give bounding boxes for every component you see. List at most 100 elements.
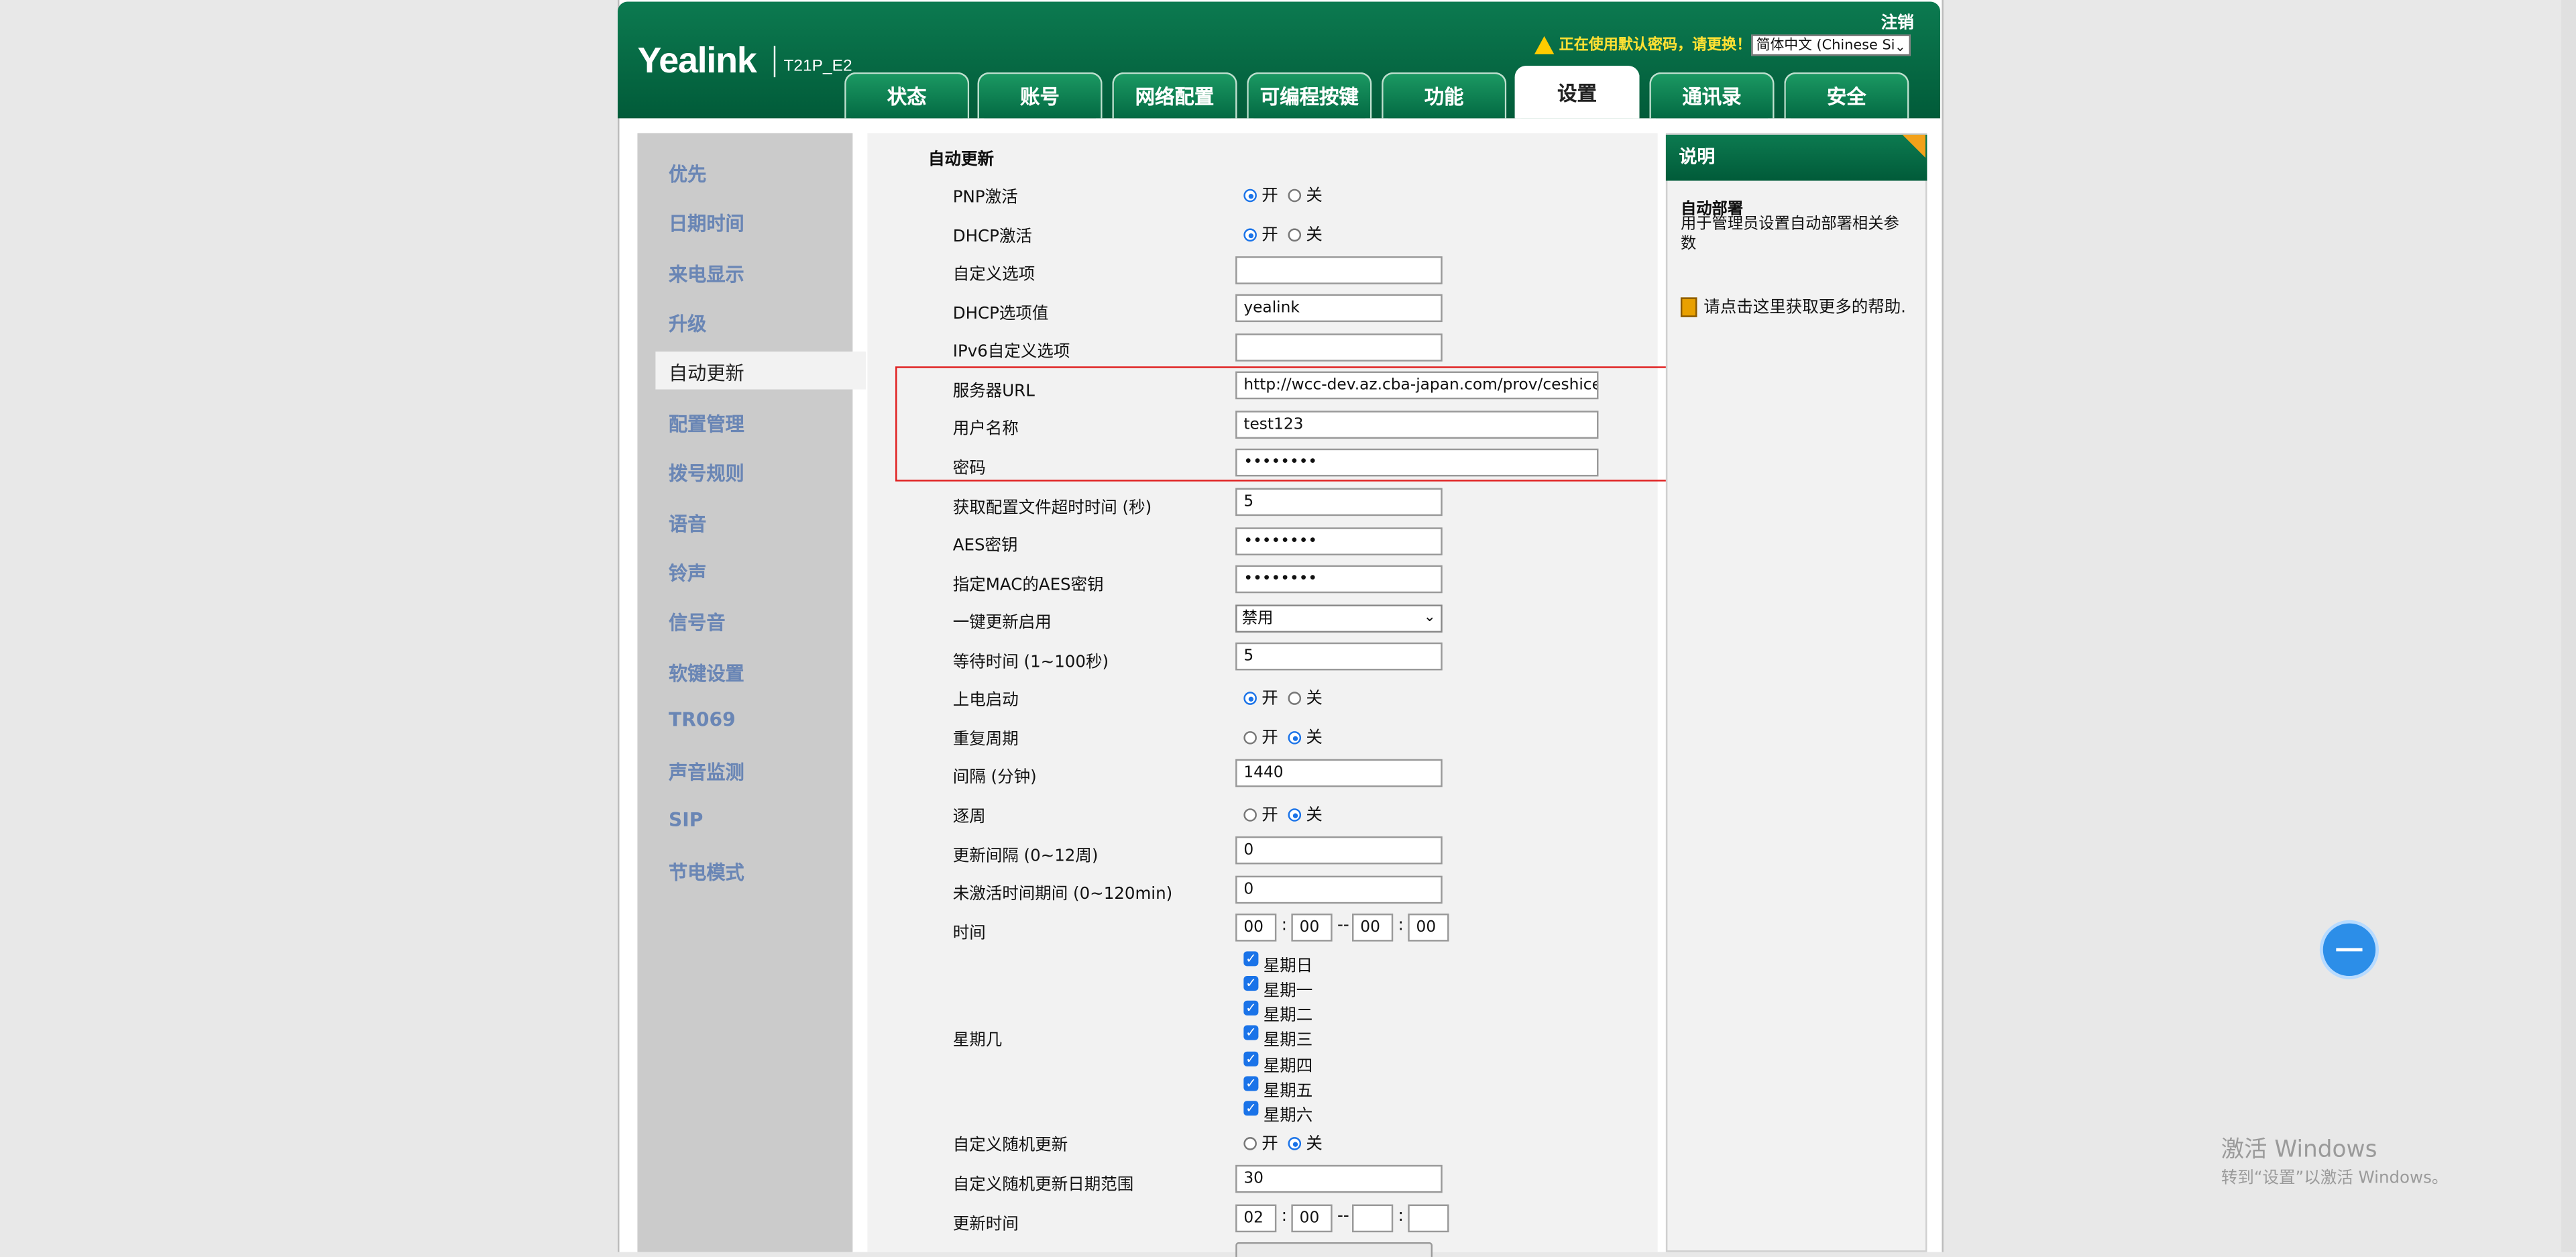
tuesday-checkbox[interactable]: ✓ — [1243, 1000, 1259, 1016]
time-end-minute[interactable]: 00 — [1408, 913, 1449, 942]
default-password-warning[interactable]: 正在使用默认密码，请更换！ — [1534, 33, 1751, 54]
update-time-end-hour[interactable] — [1352, 1204, 1394, 1233]
timeout-input[interactable]: 5 — [1235, 488, 1443, 516]
sidebar-item-preference[interactable]: 优先 — [669, 161, 706, 187]
mac-aes-input[interactable]: •••••••• — [1235, 565, 1443, 594]
interval-label: 间隔 (分钟) — [952, 769, 1037, 787]
power-on-off-radio[interactable] — [1288, 692, 1302, 705]
sidebar-item-upgrade[interactable]: 升级 — [669, 311, 706, 337]
weekly-on-radio[interactable] — [1243, 808, 1257, 822]
tab-settings[interactable]: 设置 — [1514, 65, 1640, 119]
language-select[interactable]: 简体中文 (Chinese Si ⌄ — [1751, 34, 1911, 56]
radio-off-label: 关 — [1306, 227, 1323, 245]
sidebar-item-softkey[interactable]: 软键设置 — [669, 661, 744, 687]
tab-status[interactable]: 状态 — [844, 72, 970, 119]
sidebar-item-callerid[interactable]: 来电显示 — [669, 261, 744, 287]
wednesday-checkbox[interactable]: ✓ — [1243, 1025, 1259, 1040]
sidebar-item-dialplan[interactable]: 拨号规则 — [669, 460, 744, 486]
custom-option-input[interactable] — [1235, 256, 1443, 284]
help-link-text: 请点击这里获取更多的帮助. — [1703, 298, 1906, 317]
sidebar-item-voice[interactable]: 语音 — [669, 511, 706, 537]
aes-label: AES密钥 — [952, 537, 1018, 555]
sidebar-item-sip[interactable]: SIP — [669, 808, 703, 831]
time-start-minute[interactable]: 00 — [1291, 913, 1333, 942]
repeat-off-radio[interactable] — [1288, 731, 1302, 745]
help-link[interactable]: 请点击这里获取更多的帮助. — [1680, 297, 1911, 319]
wednesday-label: 星期三 — [1263, 1032, 1313, 1050]
mac-aes-label: 指定MAC的AES密钥 — [952, 576, 1104, 595]
one-key-select[interactable]: 禁用 ⌄ — [1235, 604, 1443, 633]
interval-input[interactable]: 1440 — [1235, 759, 1443, 787]
dhcp-radio-group: 开关 — [1243, 220, 1332, 245]
one-key-value: 禁用 — [1241, 609, 1274, 628]
radio-on-label: 开 — [1262, 187, 1278, 206]
friday-checkbox[interactable]: ✓ — [1243, 1076, 1259, 1091]
update-time-start-minute[interactable]: 00 — [1291, 1204, 1333, 1233]
radio-on-label: 开 — [1262, 690, 1278, 708]
radio-on-label: 开 — [1262, 1135, 1278, 1154]
time-end-hour[interactable]: 00 — [1352, 913, 1394, 942]
random-off-radio[interactable] — [1288, 1137, 1302, 1150]
update-interval-label: 更新间隔 (0~12周) — [952, 847, 1099, 866]
power-on-radio-group: 开关 — [1243, 684, 1332, 708]
sunday-checkbox[interactable]: ✓ — [1243, 951, 1259, 967]
dhcp-on-radio[interactable] — [1243, 228, 1257, 242]
random-range-input[interactable]: 30 — [1235, 1164, 1443, 1193]
tab-features[interactable]: 功能 — [1382, 72, 1507, 119]
radio-off-label: 关 — [1306, 1135, 1323, 1154]
weekly-off-radio[interactable] — [1288, 808, 1302, 822]
pnp-off-radio[interactable] — [1288, 188, 1302, 203]
aes-input[interactable]: •••••••• — [1235, 527, 1443, 555]
model-name: T21P_E2 — [783, 57, 852, 76]
sidebar-item-autoprovision[interactable]: 自动更新 — [655, 351, 866, 390]
wait-label: 等待时间 (1~100秒) — [952, 653, 1109, 672]
sidebar-item-tr069[interactable]: TR069 — [669, 708, 736, 731]
time-start-hour[interactable]: 00 — [1235, 913, 1277, 942]
repeat-on-radio[interactable] — [1243, 731, 1257, 745]
random-label: 自定义随机更新 — [952, 1137, 1068, 1156]
ipv6-option-input[interactable] — [1235, 333, 1443, 362]
pnp-on-radio[interactable] — [1243, 188, 1257, 203]
update-interval-input[interactable]: 0 — [1235, 836, 1443, 865]
inactive-input[interactable]: 0 — [1235, 875, 1443, 904]
saturday-label: 星期六 — [1263, 1107, 1313, 1126]
tab-account[interactable]: 账号 — [977, 72, 1103, 119]
sidebar — [637, 133, 853, 1252]
monday-label: 星期一 — [1263, 982, 1313, 1001]
page-scrollbar[interactable] — [2561, 0, 2576, 1252]
dhcp-value-input[interactable]: yealink — [1235, 294, 1443, 323]
dhcp-off-radio[interactable] — [1288, 228, 1302, 242]
update-time-label: 更新时间 — [952, 1215, 1019, 1234]
repeat-radio-group: 开关 — [1243, 723, 1332, 748]
time-colon: : — [1398, 1207, 1404, 1226]
tab-network[interactable]: 网络配置 — [1112, 72, 1237, 119]
thursday-checkbox[interactable]: ✓ — [1243, 1051, 1259, 1067]
warning-icon — [1534, 36, 1555, 54]
wait-input[interactable]: 5 — [1235, 642, 1443, 671]
tab-directory[interactable]: 通讯录 — [1649, 72, 1775, 119]
monday-checkbox[interactable]: ✓ — [1243, 976, 1259, 991]
chevron-down-icon: ⌄ — [1895, 39, 1906, 54]
floating-assistant-icon[interactable] — [2322, 923, 2376, 977]
time-dash: -- — [1337, 1207, 1349, 1226]
tab-security[interactable]: 安全 — [1784, 72, 1909, 119]
sidebar-item-tones[interactable]: 信号音 — [669, 610, 726, 636]
weekday-label: 星期几 — [952, 1032, 1003, 1050]
sidebar-item-ring[interactable]: 铃声 — [669, 560, 706, 586]
random-on-radio[interactable] — [1243, 1137, 1257, 1150]
windows-watermark-title: 激活 Windows — [2221, 1137, 2377, 1164]
tab-dsskey[interactable]: 可编程按键 — [1247, 72, 1372, 119]
update-time-end-minute[interactable] — [1408, 1204, 1449, 1233]
sidebar-item-power-saving[interactable]: 节电模式 — [669, 859, 744, 885]
sidebar-item-voice-monitoring[interactable]: 声音监测 — [669, 759, 744, 785]
power-on-on-radio[interactable] — [1243, 692, 1257, 705]
saturday-checkbox[interactable]: ✓ — [1243, 1101, 1259, 1116]
update-time-start-hour[interactable]: 02 — [1235, 1204, 1277, 1233]
sidebar-item-datetime[interactable]: 日期时间 — [669, 211, 744, 237]
language-value: 简体中文 (Chinese Si — [1756, 38, 1895, 54]
windows-watermark-subtitle: 转到“设置”以激活 Windows。 — [2221, 1170, 2449, 1189]
logout-link[interactable]: 注销 — [1881, 8, 1914, 33]
timeout-label: 获取配置文件超时时间 (秒) — [952, 499, 1152, 518]
partial-button[interactable] — [1235, 1242, 1433, 1257]
sidebar-item-config[interactable]: 配置管理 — [669, 411, 744, 437]
